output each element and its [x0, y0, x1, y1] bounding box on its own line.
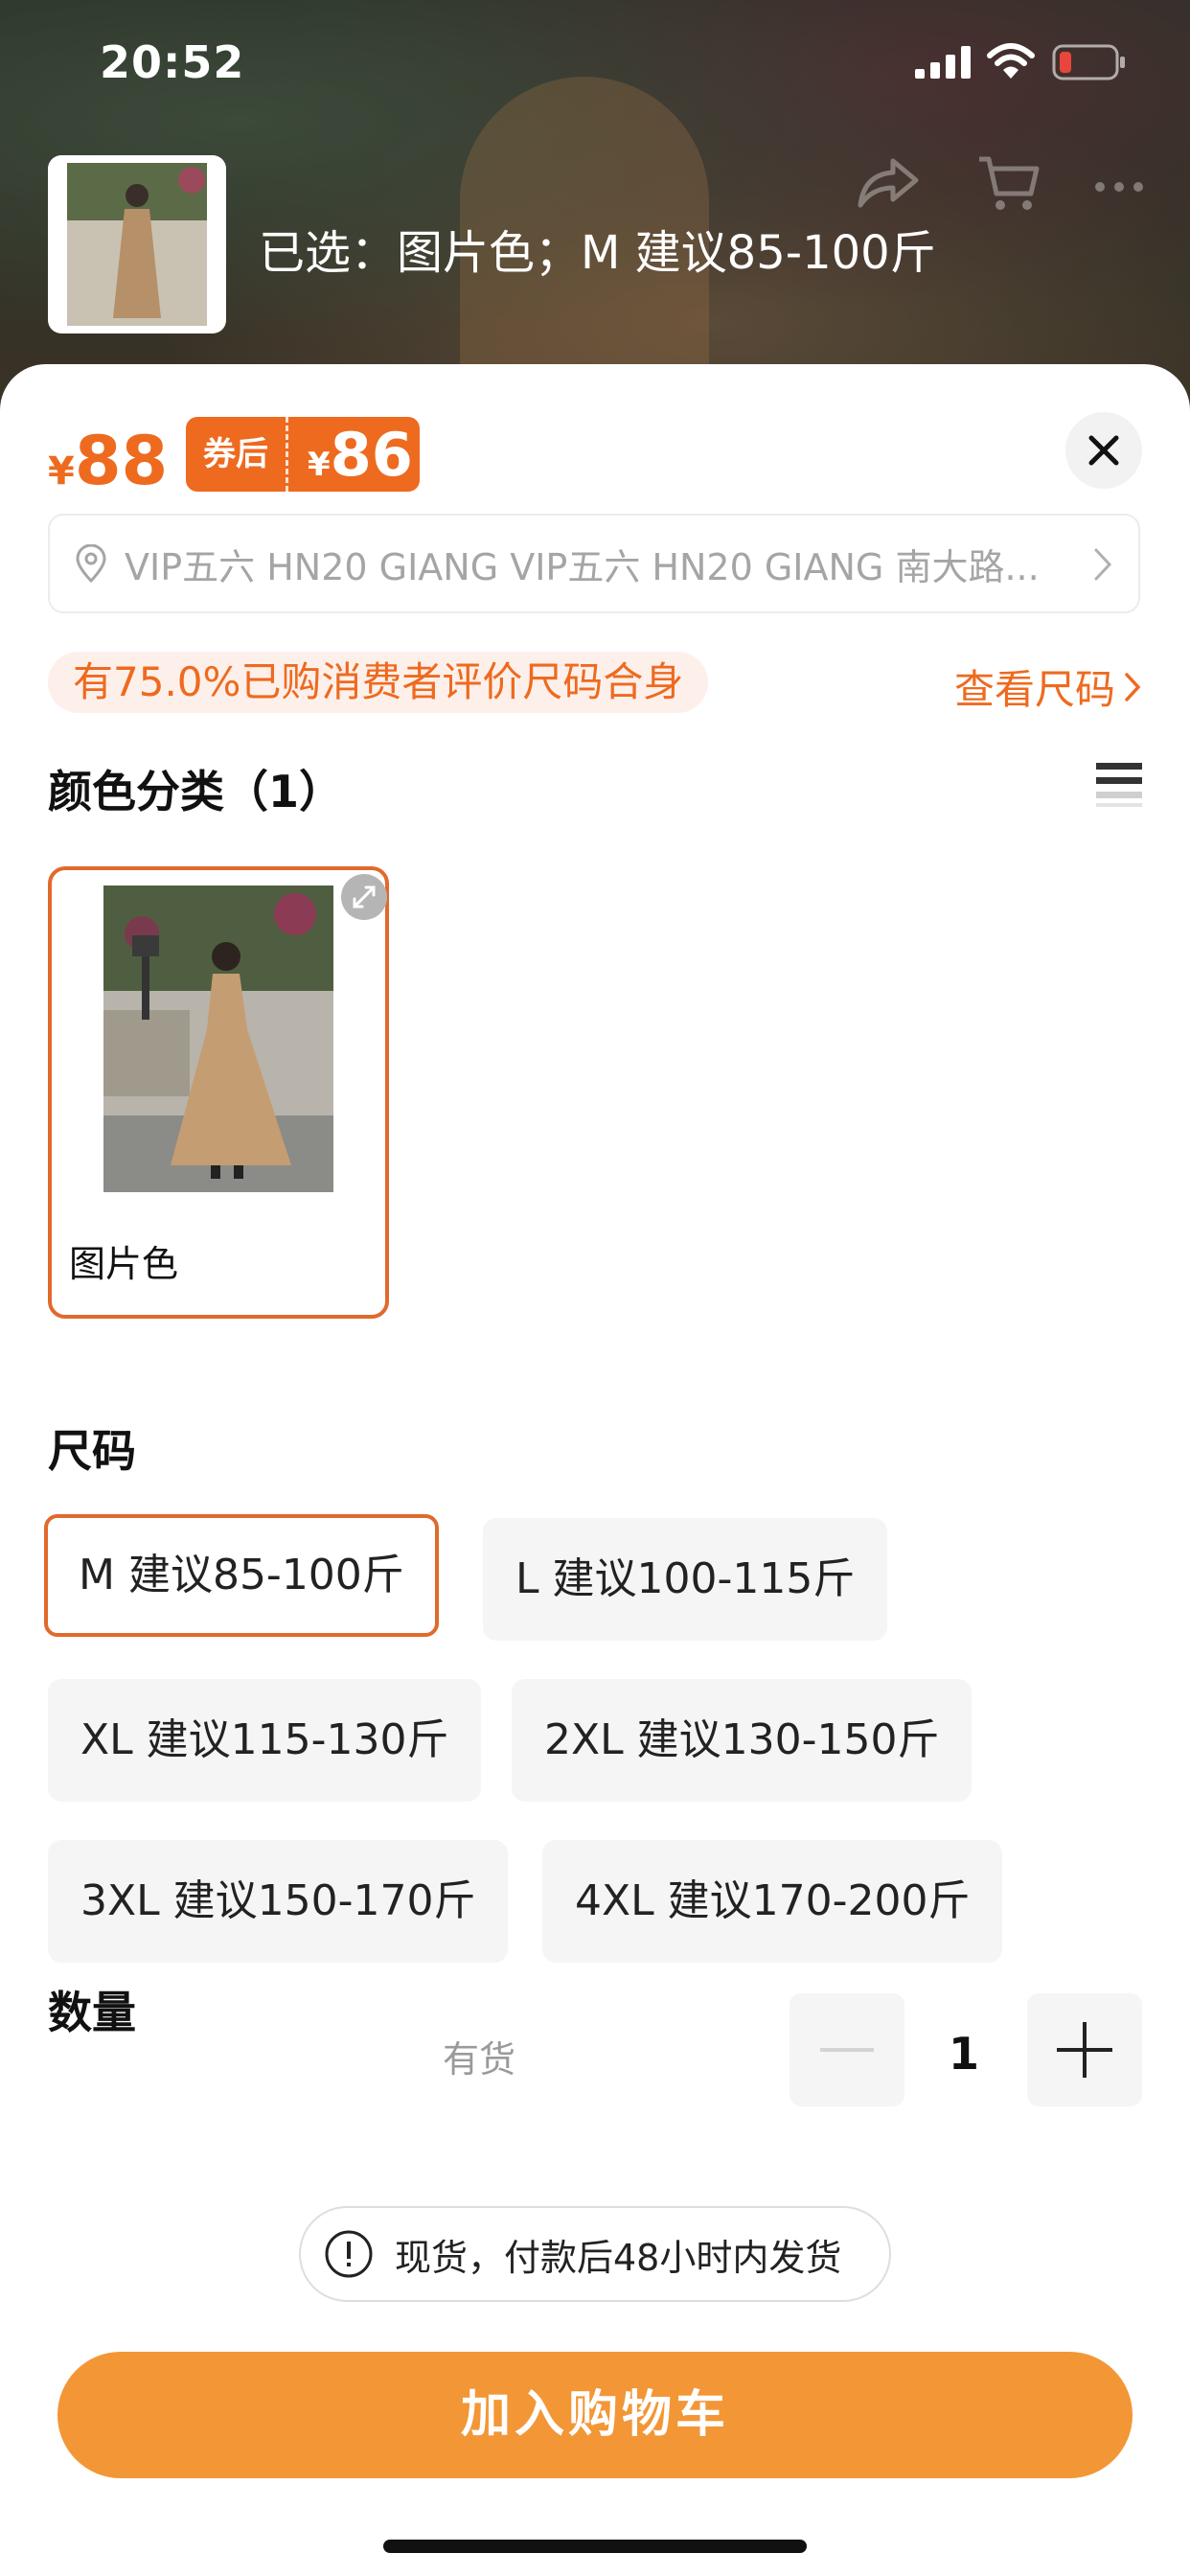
size-option-m[interactable]: M 建议85-100斤: [44, 1514, 439, 1637]
size-option-xl[interactable]: XL 建议115-130斤: [48, 1679, 482, 1802]
color-option-card[interactable]: 图片色: [48, 866, 389, 1319]
quantity-increment-button[interactable]: [1027, 1993, 1142, 2106]
quantity-decrement-button[interactable]: [790, 1993, 904, 2106]
coupon-label: 券后: [186, 417, 288, 492]
shipping-note: 现货，付款后48小时内发货: [299, 2206, 891, 2302]
selected-product-thumbnail[interactable]: [48, 155, 226, 334]
size-guide-label: 查看尺码: [953, 666, 1115, 713]
status-time: 20:52: [100, 36, 245, 88]
share-icon: [858, 158, 919, 208]
status-bar: 20:52: [0, 0, 1190, 125]
shipping-note-text: 现货，付款后48小时内发货: [395, 2236, 842, 2279]
currency-symbol: ¥: [48, 449, 75, 494]
quantity-value[interactable]: 1: [949, 2028, 979, 2080]
quantity-label: 数量: [48, 1987, 136, 2038]
list-view-icon[interactable]: [1096, 761, 1142, 807]
coupon-currency-symbol: ¥: [308, 445, 331, 484]
plus-icon: [1057, 2022, 1112, 2078]
product-photo-icon: [67, 163, 207, 326]
add-to-cart-button[interactable]: 加入购物车: [57, 2352, 1133, 2478]
close-icon: [1088, 435, 1119, 466]
stock-status: 有货: [443, 2038, 516, 2081]
color-option-image: [103, 886, 333, 1192]
size-fit-badge: 有75.0%已购消费者评价尺码合身: [48, 652, 709, 713]
sku-selector-sheet: ¥88 券后 ¥86 VIP五六 HN20 GIANG VIP五六 HN20 G…: [0, 364, 1190, 2576]
expand-arrows-icon: [353, 886, 376, 908]
location-pin-icon: [76, 544, 106, 583]
coupon-price-value: 86: [330, 419, 413, 490]
chevron-right-icon: [1094, 548, 1112, 581]
expand-image-icon[interactable]: [341, 874, 387, 920]
close-button[interactable]: [1065, 412, 1142, 489]
color-section-title: 颜色分类（1）: [48, 766, 344, 817]
size-section-title: 尺码: [48, 1425, 136, 1477]
shipping-address-selector[interactable]: VIP五六 HN20 GIANG VIP五六 HN20 GIANG 南大路...: [48, 514, 1140, 613]
more-icon: [1095, 182, 1143, 192]
size-option-2xl[interactable]: 2XL 建议130-150斤: [512, 1679, 973, 1802]
size-option-4xl[interactable]: 4XL 建议170-200斤: [542, 1840, 1003, 1963]
size-option-3xl[interactable]: 3XL 建议150-170斤: [48, 1840, 509, 1963]
dress-photo-icon: [103, 886, 333, 1192]
size-guide-link[interactable]: 查看尺码: [954, 657, 1142, 716]
price: ¥88: [48, 422, 168, 500]
cellular-signal-icon: [915, 46, 971, 79]
chevron-right-icon: [1125, 672, 1141, 702]
size-option-l[interactable]: L 建议100-115斤: [483, 1518, 888, 1641]
info-exclamation-icon: [325, 2230, 373, 2278]
minus-icon: [820, 2048, 874, 2052]
address-text: VIP五六 HN20 GIANG VIP五六 HN20 GIANG 南大路...: [125, 545, 1040, 588]
wifi-icon: [987, 43, 1035, 79]
coupon-price: ¥86: [288, 420, 413, 490]
coupon-price-badge: 券后 ¥86: [186, 417, 420, 492]
cart-icon: [979, 156, 1040, 210]
home-indicator: [383, 2540, 807, 2553]
price-value: 88: [74, 422, 169, 500]
selected-variant-text: 已选：图片色；M 建议85-100斤: [259, 226, 936, 280]
battery-icon: [1052, 44, 1125, 80]
color-option-label: 图片色: [69, 1243, 179, 1285]
